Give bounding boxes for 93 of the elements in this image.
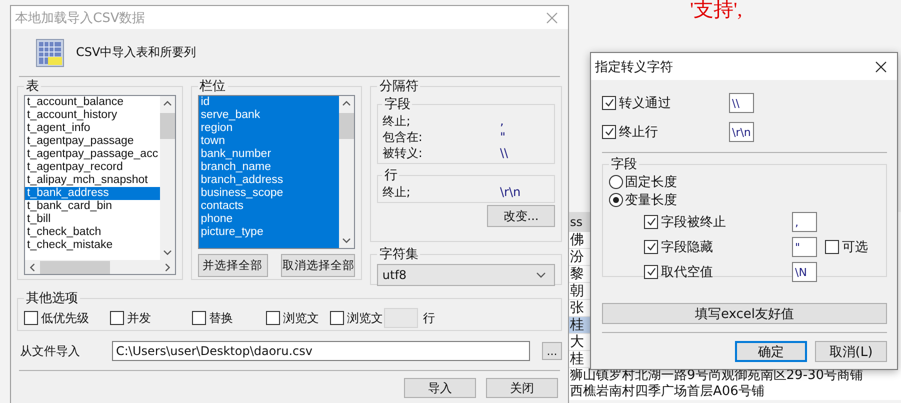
list-item[interactable]: t_account_history [25,109,160,122]
excel-button[interactable]: 填写excel友好值 [602,303,887,324]
dialog-heading: CSV中导入表和所要列 [76,44,196,61]
field-label: 包含在: [382,128,422,146]
select-button[interactable]: 并选择全部 [198,254,268,277]
delimiter-value: \\ [500,146,510,160]
charset-dropdown[interactable]: utf8 [377,264,556,286]
list-item[interactable]: t_agent_info [25,122,160,135]
scrollbar[interactable] [160,96,175,260]
list-item[interactable]: t_agentpay_passage_acc [25,148,160,161]
checkbox-label: 字段隐藏 [661,238,713,256]
checkbox-label: 转义通过 [619,94,671,112]
group-label: 表 [25,78,40,95]
scrollbar[interactable] [25,260,175,274]
dialog-button[interactable]: 导入 [404,378,476,398]
checkbox[interactable] [110,311,124,325]
delimiter-value: " [500,130,507,144]
select-button[interactable]: 取消选择全部 [281,254,356,277]
field-label: 终止; [382,112,410,130]
scrollbar-thumb[interactable] [339,113,354,139]
dialog-button[interactable]: 确定 [735,341,807,362]
group-label: 栏位 [198,78,227,95]
chevron-right-icon[interactable] [164,262,171,272]
group-label: 字段 [383,96,412,113]
number-field[interactable] [384,308,418,328]
value-field[interactable]: , [792,212,817,232]
value-field[interactable]: \r\n [729,122,754,142]
table-cell-text: 西樵岩南村四季广场首层A06号铺 [569,384,766,400]
unit-label: 行 [423,310,435,326]
window-title: 指定转义字符 [595,58,673,76]
window-title: 本地加载导入CSV数据 [15,10,146,26]
file-path-field[interactable]: C:\Users\user\Desktop\daoru.csv [112,341,530,361]
chevron-down-icon[interactable] [342,237,352,244]
checkbox-label: 低优先级 [41,310,89,326]
checkbox[interactable] [602,96,616,110]
close-icon[interactable] [875,60,887,72]
dialog-button[interactable]: 取消(L) [815,341,887,362]
list-item[interactable]: t_alipay_mch_snapshot [25,174,160,187]
field-label: 从文件导入 [19,342,81,360]
checkbox-label: 替换 [209,310,233,326]
list-item[interactable]: t_bank_card_bin [25,200,160,213]
checkbox[interactable] [602,124,616,138]
list-item[interactable]: t_agentpay_record [25,161,160,174]
group-label: 分隔符 [378,78,420,95]
group-label: 字段 [610,156,638,173]
checkbox-label: 可选 [842,238,868,256]
chevron-left-icon[interactable] [29,262,36,272]
delimiter-value: \r\n [500,185,522,199]
checkbox-label: 浏览文 [347,310,383,326]
checkbox[interactable] [644,240,658,254]
list-item[interactable]: t_account_balance [25,96,160,109]
field-label: 终止; [382,184,410,200]
checkbox[interactable] [330,311,344,325]
checkbox[interactable] [825,240,839,254]
list-item[interactable]: t_check_batch [25,226,160,239]
checkbox-label: 取代空值 [661,264,713,280]
radio-label: 变量长度 [625,192,677,209]
radio-label: 固定长度 [625,174,677,191]
checkbox-label: 并发 [127,310,151,326]
checkbox[interactable] [644,264,658,278]
scrollbar[interactable] [339,96,354,248]
list-item[interactable]: t_bill [25,213,160,226]
scrollbar-thumb[interactable] [40,260,110,274]
checkbox-label: 浏览文 [283,310,319,326]
dialog-button[interactable]: 关闭 [486,378,558,398]
list-item[interactable]: region [198,122,340,135]
list-item[interactable]: t_check_mistake [25,239,160,252]
field-label: 被转义: [382,144,422,162]
chevron-up-icon[interactable] [162,100,172,107]
change-button[interactable]: 改变... [487,205,556,227]
checkbox[interactable] [24,311,38,325]
chevron-icon [536,272,546,278]
value-field[interactable]: " [792,236,817,256]
checkbox-label: 终止行 [619,124,658,140]
value-field[interactable]: \N [792,262,817,282]
list-item[interactable]: t_bank_address [25,187,160,200]
group-label: 字符集 [378,246,420,263]
chevron-down-icon[interactable] [162,249,172,256]
radio-button[interactable] [609,175,623,189]
group-label: 行 [383,167,398,184]
checkbox[interactable] [266,311,280,325]
value-field[interactable]: \\ [729,92,754,112]
chevron-up-icon[interactable] [342,100,352,107]
checkbox[interactable] [644,214,658,228]
delimiter-value: , [500,114,505,128]
scrollbar-thumb[interactable] [160,113,175,139]
radio-button[interactable] [609,193,623,207]
table-icon [36,38,64,66]
browse-button[interactable]: ... [542,342,562,360]
list-item[interactable]: t_agentpay_passage [25,135,160,148]
group-label: 其他选项 [25,290,79,307]
checkbox-label: 字段被终止 [661,214,726,230]
checkbox[interactable] [192,311,206,325]
